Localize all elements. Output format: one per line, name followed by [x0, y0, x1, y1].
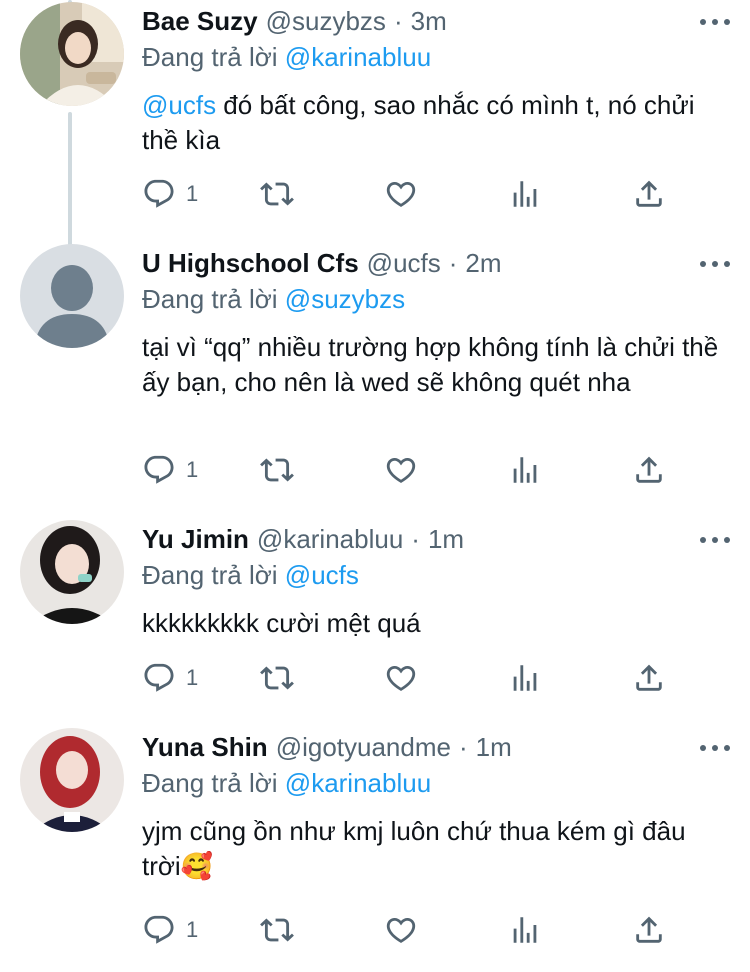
action-bar: 1: [142, 910, 662, 950]
replying-to: Đang trả lời @karinabluu: [142, 766, 730, 800]
views-button[interactable]: [508, 658, 542, 698]
like-button[interactable]: [384, 910, 418, 950]
action-bar: 1: [142, 658, 662, 698]
user-handle[interactable]: @karinabluu: [257, 522, 403, 556]
tweet-text: tại vì “qq” nhiều trường hợp không tính …: [142, 332, 719, 397]
retweet-button[interactable]: [260, 450, 294, 490]
tweet[interactable]: Yuna Shin @igotyuandme · 1m Đang trả lời…: [0, 726, 750, 972]
retweet-button[interactable]: [260, 910, 294, 950]
timestamp[interactable]: 3m: [411, 4, 447, 38]
like-button[interactable]: [384, 658, 418, 698]
reply-icon: [144, 179, 174, 208]
replying-mention[interactable]: @karinabluu: [285, 768, 431, 798]
separator-dot: ·: [448, 248, 458, 278]
like-icon: [386, 181, 416, 207]
share-icon: [636, 664, 662, 691]
share-button[interactable]: [632, 658, 666, 698]
action-bar: 1: [142, 174, 662, 214]
reply-button[interactable]: 1: [142, 450, 198, 490]
share-icon: [636, 456, 662, 483]
retweet-icon: [260, 182, 294, 206]
avatar[interactable]: [20, 520, 124, 624]
action-bar: 1: [142, 450, 662, 490]
reply-icon: [144, 915, 174, 944]
replying-to: Đang trả lời @ucfs: [142, 558, 730, 592]
replying-to: Đang trả lời @karinabluu: [142, 40, 730, 74]
reply-button[interactable]: 1: [142, 174, 198, 214]
views-icon: [513, 457, 537, 483]
share-button[interactable]: [632, 450, 666, 490]
tweet-text: @ucfs đó bất công, sao nhắc có mình t, n…: [142, 88, 730, 158]
share-icon: [636, 916, 662, 943]
like-icon: [386, 665, 416, 691]
timestamp[interactable]: 2m: [465, 246, 501, 280]
like-icon: [386, 917, 416, 943]
replying-label: Đang trả lời: [142, 284, 278, 314]
avatar[interactable]: [20, 728, 124, 832]
display-name[interactable]: Bae Suzy: [142, 4, 258, 38]
replying-mention[interactable]: @karinabluu: [285, 42, 431, 72]
retweet-button[interactable]: [260, 658, 294, 698]
reply-count: 1: [186, 181, 199, 206]
separator-dot: ·: [411, 524, 420, 554]
reply-count: 1: [186, 457, 199, 482]
display-name[interactable]: Yu Jimin: [142, 522, 249, 556]
views-icon: [513, 665, 537, 691]
tweet-text-body: đó bất công, sao nhắc có mình t, nó chửi…: [142, 90, 695, 155]
timestamp[interactable]: 1m: [476, 730, 512, 764]
like-icon: [386, 457, 416, 483]
views-button[interactable]: [508, 174, 542, 214]
display-name[interactable]: Yuna Shin: [142, 730, 268, 764]
tweet-text: kkkkkkkkk cười mệt quá: [142, 608, 421, 638]
reply-count: 1: [186, 665, 199, 690]
views-button[interactable]: [508, 450, 542, 490]
reply-button[interactable]: 1: [142, 910, 198, 950]
replying-mention[interactable]: @ucfs: [285, 560, 359, 590]
more-icon[interactable]: [700, 12, 730, 32]
views-icon: [513, 917, 537, 943]
user-handle[interactable]: @ucfs: [367, 246, 441, 280]
replying-label: Đang trả lời: [142, 768, 278, 798]
retweet-button[interactable]: [260, 174, 294, 214]
retweet-icon: [260, 918, 294, 942]
tweet-text: yjm cũng ồn như kmj luôn chứ thua kém gì…: [142, 816, 686, 881]
reply-icon: [144, 455, 174, 484]
like-button[interactable]: [384, 450, 418, 490]
user-handle[interactable]: @suzybzs: [266, 4, 386, 38]
avatar[interactable]: [20, 244, 124, 348]
tweet[interactable]: Bae Suzy @suzybzs · 3m Đang trả lời @kar…: [0, 0, 750, 240]
like-button[interactable]: [384, 174, 418, 214]
separator-dot: ·: [393, 6, 403, 36]
replying-mention[interactable]: @suzybzs: [285, 284, 405, 314]
tweet[interactable]: U Highschool Cfs @ucfs · 2m Đang trả lời…: [0, 242, 750, 512]
reply-button[interactable]: 1: [142, 658, 198, 698]
more-icon[interactable]: [700, 254, 730, 274]
reply-icon: [144, 663, 174, 692]
retweet-icon: [260, 666, 294, 690]
replying-to: Đang trả lời @suzybzs: [142, 282, 730, 316]
share-button[interactable]: [632, 174, 666, 214]
user-handle[interactable]: @igotyuandme: [276, 730, 451, 764]
tweet[interactable]: Yu Jimin @karinabluu · 1m Đang trả lời @…: [0, 518, 750, 724]
reply-count: 1: [186, 917, 199, 942]
replying-label: Đang trả lời: [142, 560, 278, 590]
separator-dot: ·: [458, 732, 468, 762]
more-icon[interactable]: [700, 530, 730, 550]
share-button[interactable]: [632, 910, 666, 950]
retweet-icon: [260, 458, 294, 482]
replying-label: Đang trả lời: [142, 42, 278, 72]
timestamp[interactable]: 1m: [428, 522, 464, 556]
share-icon: [636, 180, 662, 207]
views-icon: [513, 181, 537, 207]
text-mention[interactable]: @ucfs: [142, 90, 216, 120]
display-name[interactable]: U Highschool Cfs: [142, 246, 359, 280]
views-button[interactable]: [508, 910, 542, 950]
avatar[interactable]: [20, 2, 124, 106]
more-icon[interactable]: [700, 738, 730, 758]
